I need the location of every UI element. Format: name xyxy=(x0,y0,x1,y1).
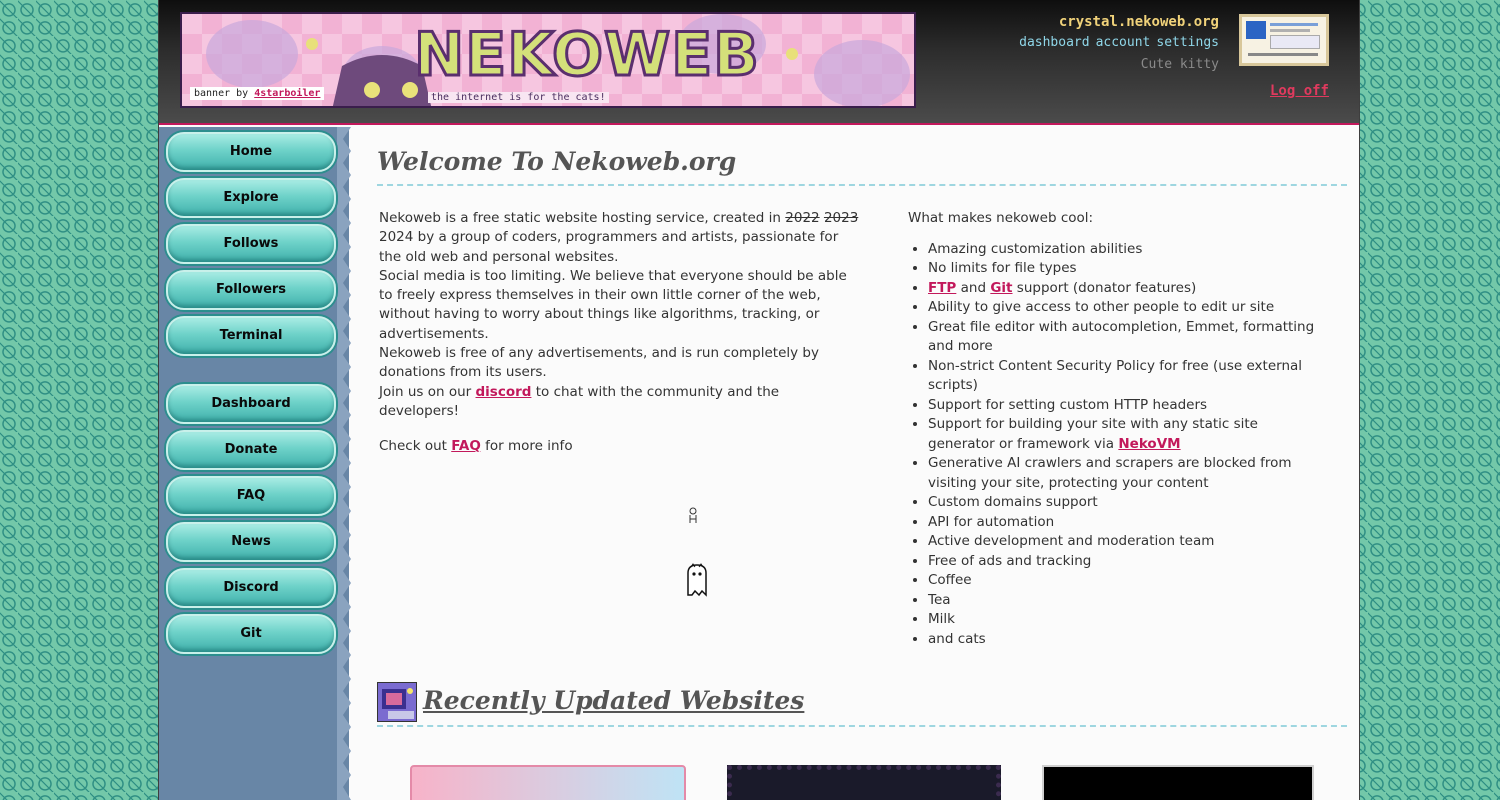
nav-explore-button[interactable]: Explore xyxy=(166,178,336,218)
nekovm-link[interactable]: NekoVM xyxy=(1118,436,1180,452)
thumbnail-preview-box xyxy=(1270,35,1320,49)
settings-link[interactable]: settings xyxy=(1156,35,1219,50)
nav-donate-button[interactable]: Donate xyxy=(166,430,336,470)
feature-item: Tea xyxy=(928,591,1328,611)
thumbnail-preview-line xyxy=(1248,53,1318,56)
intro-paragraph: Check out FAQ for more info xyxy=(379,437,863,456)
title-divider xyxy=(377,184,1347,186)
intro-paragraph: Join us on our discord to chat with the … xyxy=(379,383,863,422)
page-title: Welcome To Nekoweb.org xyxy=(377,147,737,176)
computer-cat-icon xyxy=(377,682,417,722)
banner-tagline: the internet is for the cats! xyxy=(428,92,609,103)
intro-paragraph: Nekoweb is a free static website hosting… xyxy=(379,209,863,267)
feature-item: Great file editor with autocompletion, E… xyxy=(928,318,1328,357)
features-title: What makes nekoweb cool: xyxy=(908,210,1094,226)
struck-year: 2023 xyxy=(823,210,859,226)
nav-followers-button[interactable]: Followers xyxy=(166,270,336,310)
intro-text: Nekoweb is a free static website hosting… xyxy=(379,209,863,457)
tiny-cat-sprite-icon xyxy=(689,507,697,523)
feature-item: FTP and Git support (donator features) xyxy=(928,279,1328,299)
feature-item: Ability to give access to other people t… xyxy=(928,298,1328,318)
faq-text-b: for more info xyxy=(485,438,573,455)
feature-item: Milk xyxy=(928,610,1328,630)
feature-item: Custom domains support xyxy=(928,493,1328,513)
feature-text: support (donator features) xyxy=(1016,279,1197,296)
recent-websites-title: Recently Updated Websites xyxy=(423,686,805,715)
thumbnail-preview-image xyxy=(1246,21,1266,39)
discord-link[interactable]: discord xyxy=(476,384,532,400)
nav-faq-button[interactable]: FAQ xyxy=(166,476,336,516)
account-panel: crystal.nekoweb.org dashboard account sett… xyxy=(1013,14,1219,72)
feature-item: Support for setting custom HTTP headers xyxy=(928,396,1328,416)
recent-divider xyxy=(377,725,1347,727)
sidebar-zigzag-edge xyxy=(337,127,351,800)
feature-item: Coffee xyxy=(928,571,1328,591)
discord-text-a: Join us on our xyxy=(379,383,472,400)
feature-item: Amazing customization abilities xyxy=(928,240,1328,260)
banner-credit-prefix: banner by xyxy=(194,88,249,99)
log-off-link[interactable]: Log off xyxy=(1270,83,1329,99)
faq-text-a: Check out xyxy=(379,438,447,455)
dashboard-link[interactable]: dashboard xyxy=(1019,35,1089,50)
nav-dashboard-button[interactable]: Dashboard xyxy=(166,384,336,424)
website-card[interactable] xyxy=(727,765,1001,800)
nav-git-button[interactable]: Git xyxy=(166,614,336,654)
thumbnail-preview-line xyxy=(1270,23,1318,26)
feature-text: Support for building your site with any … xyxy=(928,416,1258,452)
nav-terminal-button[interactable]: Terminal xyxy=(166,316,336,356)
website-card[interactable] xyxy=(1042,765,1314,800)
ghost-cat-sprite-icon xyxy=(687,563,707,597)
feature-item: and cats xyxy=(928,630,1328,650)
feature-item: Non-strict Content Security Policy for f… xyxy=(928,357,1328,396)
ftp-link[interactable]: FTP xyxy=(928,280,956,296)
account-links: dashboard account settings xyxy=(1013,35,1219,50)
page: NEKOWEB the internet is for the cats! ba… xyxy=(158,0,1360,800)
feature-item: Free of ads and tracking xyxy=(928,552,1328,572)
feature-item: Support for building your site with any … xyxy=(928,415,1328,454)
feature-item: Generative AI crawlers and scrapers are … xyxy=(928,454,1328,493)
user-status: Cute kitty xyxy=(1140,57,1219,72)
banner-credit: banner by 4starboiler xyxy=(190,87,325,100)
features-list: Amazing customization abilities No limit… xyxy=(908,240,1328,650)
intro-text-b: 2024 by a group of coders, programmers a… xyxy=(379,229,839,265)
feature-item: API for automation xyxy=(928,513,1328,533)
nav-home-button[interactable]: Home xyxy=(166,132,336,172)
feature-item: No limits for file types xyxy=(928,259,1328,279)
thumbnail-preview-line xyxy=(1270,29,1310,32)
nekoweb-banner[interactable]: NEKOWEB the internet is for the cats! ba… xyxy=(180,12,916,108)
site-header: NEKOWEB the internet is for the cats! ba… xyxy=(159,0,1359,125)
intro-paragraph: Nekoweb is free of any advertisements, a… xyxy=(379,345,819,381)
intro-text-a: Nekoweb is a free static website hosting… xyxy=(379,210,781,226)
nav-follows-button[interactable]: Follows xyxy=(166,224,336,264)
site-thumbnail[interactable] xyxy=(1239,14,1329,66)
faq-link[interactable]: FAQ xyxy=(451,438,481,454)
intro-paragraph: Social media is too limiting. We believe… xyxy=(379,267,847,342)
account-link[interactable]: account xyxy=(1096,35,1151,50)
website-card[interactable] xyxy=(410,765,686,800)
feature-text: and xyxy=(960,279,987,296)
git-link[interactable]: Git xyxy=(990,280,1012,296)
banner-logo-text: NEKOWEB xyxy=(413,19,761,92)
struck-year: 2022 xyxy=(785,210,820,226)
nav-news-button[interactable]: News xyxy=(166,522,336,562)
sidebar: Home Explore Follows Followers Terminal … xyxy=(159,127,351,800)
feature-item: Active development and moderation team xyxy=(928,532,1328,552)
nav-discord-button[interactable]: Discord xyxy=(166,568,336,608)
site-domain[interactable]: crystal.nekoweb.org xyxy=(1013,14,1219,30)
features-section: What makes nekoweb cool: Amazing customi… xyxy=(908,209,1328,649)
banner-credit-author-link[interactable]: 4starboiler xyxy=(254,88,320,99)
